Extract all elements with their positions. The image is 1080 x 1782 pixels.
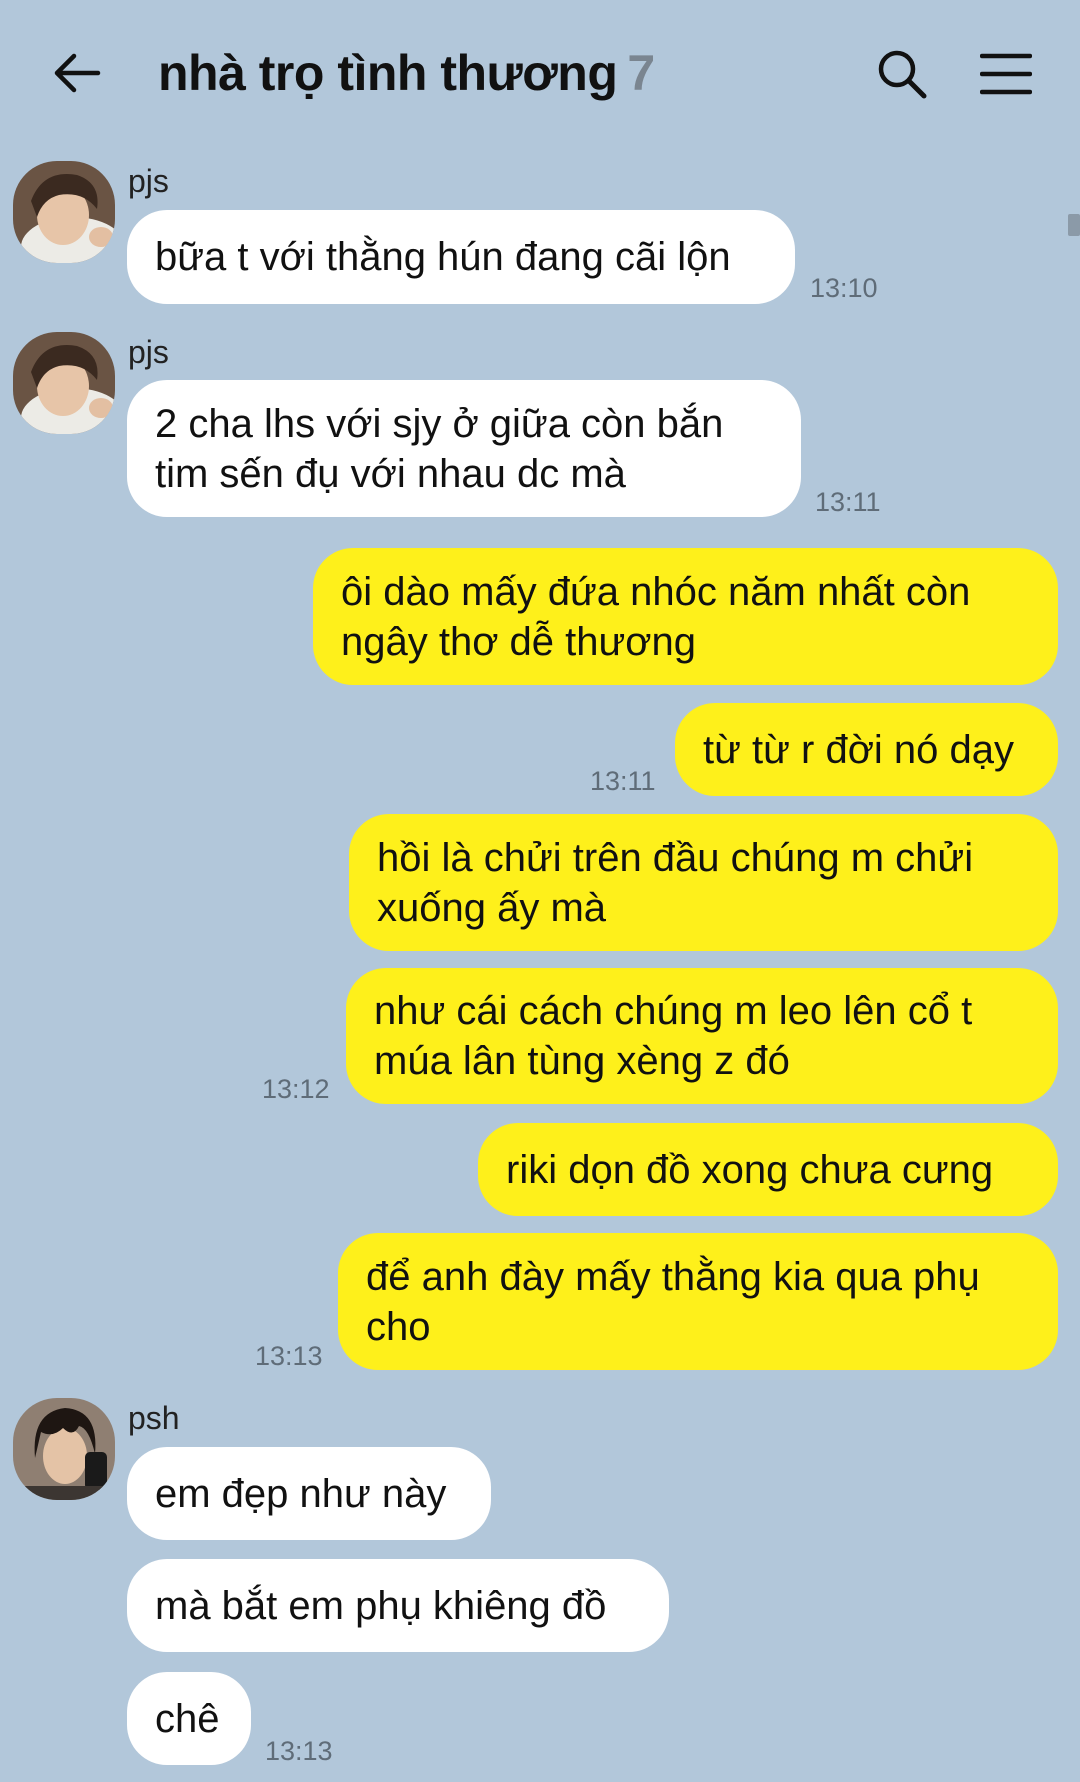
avatar-pjs[interactable] [13,332,115,434]
message-time: 13:11 [590,766,656,796]
sender-name: psh [128,1400,180,1436]
message-text: để anh đày mấy thằng kia qua phụ cho [366,1254,980,1349]
member-count: 7 [627,45,655,101]
message-text: hồi là chửi trên đầu chúng m chửi xuống … [377,835,974,930]
message-text: riki dọn đồ xong chưa cưng [506,1147,994,1192]
message-text: như cái cách chúng m leo lên cổ t múa lâ… [374,989,973,1083]
search-icon[interactable] [876,48,928,100]
sender-name: pjs [128,163,169,199]
menu-icon[interactable] [980,52,1032,96]
message-time: 13:12 [262,1074,330,1104]
message-bubble[interactable]: 2 cha lhs với sjy ở giữa còn bắn tim sến… [127,380,801,517]
message-bubble[interactable]: chê [127,1672,251,1765]
message-text: em đẹp như này [155,1471,447,1516]
message-text: ôi dào mấy đứa nhóc năm nhất còn ngây th… [341,569,971,664]
avatar-pjs[interactable] [13,161,115,263]
message-text: mà bắt em phụ khiêng đồ [155,1583,607,1628]
back-arrow-icon[interactable] [52,48,102,98]
message-bubble[interactable]: mà bắt em phụ khiêng đồ [127,1559,669,1652]
message-bubble[interactable]: để anh đày mấy thằng kia qua phụ cho [338,1233,1058,1370]
chat-header: nhà trọ tình thương 7 [0,0,1080,150]
message-bubble[interactable]: hồi là chửi trên đầu chúng m chửi xuống … [349,814,1058,951]
message-bubble[interactable]: từ từ r đời nó dạy [675,703,1058,796]
message-text: 2 cha lhs với sjy ở giữa còn bắn tim sến… [155,401,724,496]
message-time: 13:11 [815,487,881,517]
avatar-psh[interactable] [13,1398,115,1500]
message-time: 13:13 [255,1341,323,1371]
chat-room-name: nhà trọ tình thương [158,45,618,101]
message-bubble[interactable]: ôi dào mấy đứa nhóc năm nhất còn ngây th… [313,548,1058,685]
scrollbar-thumb[interactable] [1068,214,1080,236]
message-bubble[interactable]: như cái cách chúng m leo lên cổ t múa lâ… [346,968,1058,1104]
message-time: 13:13 [265,1736,333,1766]
message-bubble[interactable]: riki dọn đồ xong chưa cưng [478,1123,1058,1216]
message-bubble[interactable]: em đẹp như này [127,1447,491,1540]
message-text: từ từ r đời nó dạy [703,727,1015,772]
message-time: 13:10 [810,273,878,303]
message-text: bữa t với thằng hún đang cãi lộn [155,235,731,279]
chat-title: nhà trọ tình thương 7 [158,44,655,102]
message-bubble[interactable]: bữa t với thằng hún đang cãi lộn [127,210,795,304]
message-text: chê [155,1696,220,1741]
sender-name: pjs [128,334,169,370]
